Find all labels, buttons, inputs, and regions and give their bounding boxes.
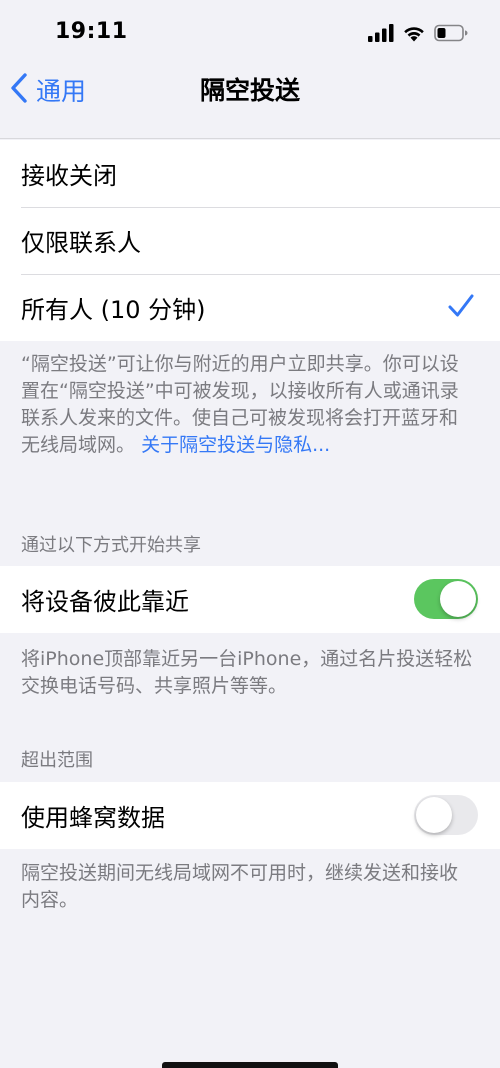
option-label: 仅限联系人: [21, 229, 141, 257]
status-icons: [368, 24, 468, 46]
status-time: 19:11: [55, 19, 128, 44]
use-cellular-data-row: 使用蜂窝数据: [0, 782, 500, 849]
section-header-out-of-range: 超出范围: [21, 750, 93, 771]
home-indicator: [162, 1062, 338, 1068]
receive-options-footer: “隔空投送”可让你与附近的用户立即共享。你可以设置在“隔空投送”中可被发现，以接…: [21, 351, 474, 459]
out-of-range-group: 使用蜂窝数据: [0, 782, 500, 849]
start-sharing-group: 将设备彼此靠近: [0, 566, 500, 633]
option-receiving-off[interactable]: 接收关闭: [0, 140, 500, 207]
checkmark-icon: [448, 294, 474, 322]
bring-devices-together-row: 将设备彼此靠近: [0, 566, 500, 633]
use-cellular-data-toggle[interactable]: [414, 795, 478, 835]
privacy-link[interactable]: 关于隔空投送与隐私...: [141, 434, 330, 456]
option-contacts-only[interactable]: 仅限联系人: [0, 207, 500, 274]
bring-devices-together-toggle[interactable]: [414, 579, 478, 619]
start-sharing-footer: 将iPhone顶部靠近另一台iPhone，通过名片投送轻松交换电话号码、共享照片…: [21, 648, 473, 697]
nav-bar: 通用 隔空投送: [0, 66, 500, 139]
row-label: 将设备彼此靠近: [21, 588, 189, 616]
toggle-knob: [440, 581, 476, 617]
option-label: 所有人 (10 分钟): [21, 296, 206, 324]
out-of-range-footer: 隔空投送期间无线局域网不可用时，继续发送和接收内容。: [21, 862, 459, 911]
section-header-start-sharing: 通过以下方式开始共享: [21, 535, 201, 556]
wifi-icon: [402, 24, 426, 46]
receive-options-group: 接收关闭 仅限联系人 所有人 (10 分钟): [0, 140, 500, 341]
page-title: 隔空投送: [199, 76, 300, 105]
option-everyone-10-min[interactable]: 所有人 (10 分钟): [0, 274, 500, 341]
status-bar: 19:11: [0, 0, 500, 66]
battery-icon: [434, 24, 468, 46]
option-label: 接收关闭: [21, 162, 117, 190]
row-label: 使用蜂窝数据: [21, 804, 165, 832]
toggle-knob: [416, 797, 452, 833]
signal-icon: [368, 24, 394, 46]
